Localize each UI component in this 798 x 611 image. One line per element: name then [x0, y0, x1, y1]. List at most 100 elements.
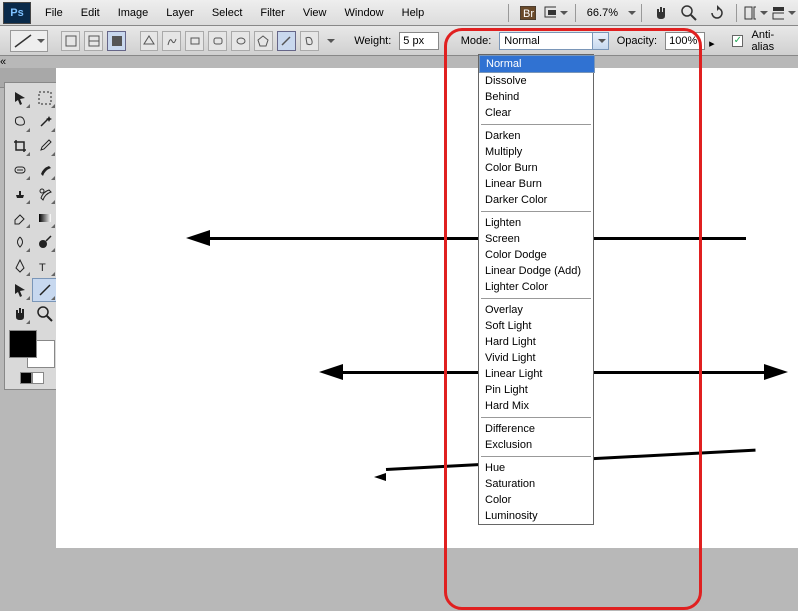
mode-select[interactable]: Normal	[499, 32, 608, 50]
mode-option[interactable]: Hard Light	[479, 334, 593, 350]
shape-ellipse-icon[interactable]	[231, 31, 250, 51]
shape-rect-icon[interactable]	[185, 31, 204, 51]
healing-brush-tool[interactable]	[7, 158, 32, 182]
mode-option[interactable]: Soft Light	[479, 318, 593, 334]
divider	[736, 4, 737, 22]
menu-layer[interactable]: Layer	[157, 0, 203, 25]
paths-btn[interactable]	[84, 31, 103, 51]
mode-option[interactable]: Color	[479, 492, 593, 508]
mode-option[interactable]: Vivid Light	[479, 350, 593, 366]
mode-option[interactable]: Hue	[479, 460, 593, 476]
default-colors-icon[interactable]	[20, 372, 44, 384]
mode-option[interactable]: Behind	[479, 89, 593, 105]
mode-option[interactable]: Lighter Color	[479, 279, 593, 295]
rotate-view-icon[interactable]	[705, 3, 729, 23]
brush-tool[interactable]	[32, 158, 57, 182]
mode-option[interactable]: Lighten	[479, 215, 593, 231]
bridge-icon[interactable]: Br	[516, 3, 540, 23]
mode-option[interactable]: Color Burn	[479, 160, 593, 176]
move-tool[interactable]	[7, 86, 32, 110]
mode-option[interactable]: Normal	[479, 55, 595, 73]
gradient-tool[interactable]	[32, 206, 57, 230]
line-tool[interactable]	[32, 278, 57, 302]
zoom-tool[interactable]	[32, 302, 57, 326]
menu-view[interactable]: View	[294, 0, 336, 25]
shape-line-icon[interactable]	[277, 31, 296, 51]
drawn-arrow-1	[206, 237, 746, 240]
weight-label: Weight:	[350, 35, 395, 47]
shape-roundrect-icon[interactable]	[208, 31, 227, 51]
divider	[508, 4, 509, 22]
foreground-color-swatch[interactable]	[9, 330, 37, 358]
drawn-arrowhead-2r	[764, 364, 788, 380]
shape-polygon-icon[interactable]	[254, 31, 273, 51]
menu-separator	[481, 456, 591, 457]
menu-help[interactable]: Help	[393, 0, 434, 25]
tool-preset-picker[interactable]	[10, 30, 48, 52]
mode-option[interactable]: Linear Dodge (Add)	[479, 263, 593, 279]
antialias-checkbox[interactable]: ✓	[732, 35, 743, 47]
menu-separator	[481, 124, 591, 125]
marquee-tool[interactable]	[32, 86, 57, 110]
mode-option[interactable]: Clear	[479, 105, 593, 121]
mode-option[interactable]: Screen	[479, 231, 593, 247]
mode-option[interactable]: Hard Mix	[479, 398, 593, 414]
menu-bar: Ps File Edit Image Layer Select Filter V…	[0, 0, 798, 26]
drawn-arrowhead-2l	[319, 364, 343, 380]
lasso-tool[interactable]	[7, 110, 32, 134]
type-tool[interactable]: T	[32, 254, 57, 278]
mode-select-dropdown-btn[interactable]	[592, 33, 608, 49]
magic-wand-tool[interactable]	[32, 110, 57, 134]
screen-mode-icon[interactable]	[544, 3, 568, 23]
menu-edit[interactable]: Edit	[72, 0, 109, 25]
mode-option[interactable]: Dissolve	[479, 73, 593, 89]
document-canvas[interactable]	[56, 68, 798, 548]
mode-option[interactable]: Linear Light	[479, 366, 593, 382]
history-brush-tool[interactable]	[32, 182, 57, 206]
arrange-docs-icon[interactable]	[744, 3, 768, 23]
dodge-tool[interactable]	[32, 230, 57, 254]
mode-option[interactable]: Luminosity	[479, 508, 593, 524]
svg-text:Br: Br	[523, 8, 534, 20]
shape-layers-btn[interactable]	[61, 31, 80, 51]
zoom-icon[interactable]	[677, 3, 701, 23]
blur-tool[interactable]	[7, 230, 32, 254]
menu-filter[interactable]: Filter	[251, 0, 293, 25]
hand-tool[interactable]	[7, 302, 32, 326]
weight-input[interactable]	[399, 32, 439, 50]
geometry-options-arrow[interactable]	[327, 39, 335, 43]
mode-option[interactable]: Difference	[479, 421, 593, 437]
tools-panel: T	[4, 82, 60, 390]
opacity-input[interactable]	[665, 32, 705, 50]
workspace-icon[interactable]	[772, 3, 796, 23]
menu-window[interactable]: Window	[336, 0, 393, 25]
shape-pen-icon[interactable]	[140, 31, 159, 51]
mode-option[interactable]: Linear Burn	[479, 176, 593, 192]
crop-tool[interactable]	[7, 134, 32, 158]
menu-select[interactable]: Select	[203, 0, 252, 25]
hand-icon[interactable]	[649, 3, 673, 23]
mode-option[interactable]: Darken	[479, 128, 593, 144]
path-selection-tool[interactable]	[7, 278, 32, 302]
mode-option[interactable]: Multiply	[479, 144, 593, 160]
mode-option[interactable]: Overlay	[479, 302, 593, 318]
eraser-tool[interactable]	[7, 206, 32, 230]
eyedropper-tool[interactable]	[32, 134, 57, 158]
menu-file[interactable]: File	[36, 0, 72, 25]
fill-pixels-btn[interactable]	[107, 31, 126, 51]
svg-text:T: T	[39, 262, 46, 274]
shape-custom-icon[interactable]	[300, 31, 319, 51]
mode-option[interactable]: Color Dodge	[479, 247, 593, 263]
collapse-tabs-btn[interactable]: «	[0, 56, 798, 68]
mode-option[interactable]: Saturation	[479, 476, 593, 492]
mode-option[interactable]: Pin Light	[479, 382, 593, 398]
pen-tool[interactable]	[7, 254, 32, 278]
clone-stamp-tool[interactable]	[7, 182, 32, 206]
menu-image[interactable]: Image	[109, 0, 158, 25]
mode-option[interactable]: Exclusion	[479, 437, 593, 453]
color-swatches[interactable]	[7, 330, 57, 368]
zoom-percent[interactable]: 66.7%	[581, 7, 624, 19]
opacity-flyout[interactable]: ▸	[709, 37, 717, 45]
shape-freeform-icon[interactable]	[162, 31, 181, 51]
mode-option[interactable]: Darker Color	[479, 192, 593, 208]
